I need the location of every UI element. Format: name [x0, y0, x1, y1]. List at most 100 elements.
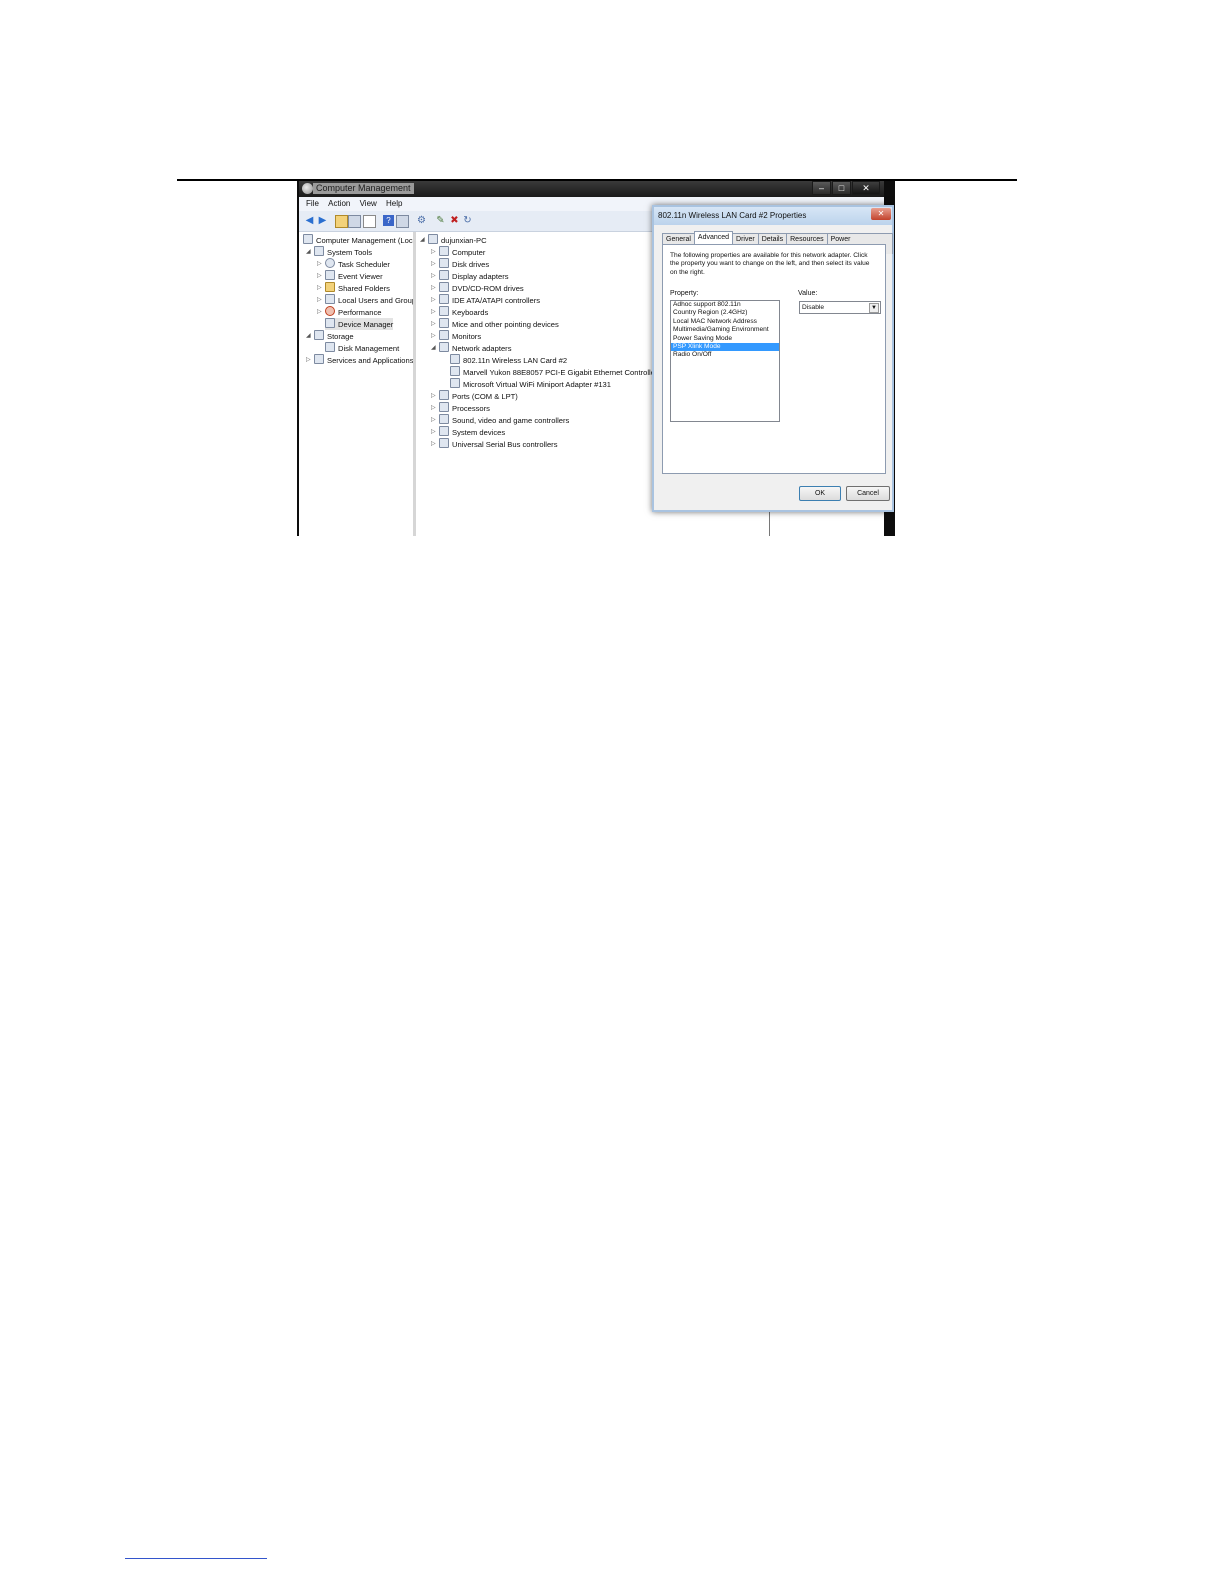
collapse-arrow-icon[interactable]: ▷ [431, 260, 436, 267]
view-icon[interactable] [396, 215, 409, 228]
network-adapter-icon [450, 366, 460, 376]
minimize-button[interactable]: – [812, 181, 831, 195]
help-icon[interactable]: ? [383, 215, 394, 226]
collapse-arrow-icon[interactable]: ▷ [306, 356, 311, 363]
collapse-arrow-icon[interactable]: ▷ [431, 308, 436, 315]
processor-icon [439, 402, 449, 412]
list-item[interactable]: Radio On/Off [671, 351, 779, 359]
expand-arrow-icon[interactable]: ◢ [306, 248, 311, 255]
collapse-arrow-icon[interactable]: ▷ [431, 392, 436, 399]
menu-help[interactable]: Help [386, 197, 402, 211]
collapse-arrow-icon[interactable]: ▷ [431, 416, 436, 423]
cancel-button[interactable]: Cancel [846, 486, 890, 501]
device-item-keyboards[interactable]: Keyboards [439, 306, 488, 318]
device-item-display-adapters[interactable]: Display adapters [439, 270, 509, 282]
device-item-system-devices[interactable]: System devices [439, 426, 505, 438]
device-item-usb-controllers[interactable]: Universal Serial Bus controllers [439, 438, 558, 450]
device-item-processors[interactable]: Processors [439, 402, 490, 414]
tree-item-shared-folders[interactable]: Shared Folders [325, 282, 390, 294]
device-item-ide-controllers[interactable]: IDE ATA/ATAPI controllers [439, 294, 540, 306]
tree-item-task-scheduler[interactable]: Task Scheduler [325, 258, 390, 270]
collapse-arrow-icon[interactable]: ▷ [431, 428, 436, 435]
network-adapter-icon [450, 378, 460, 388]
menu-file[interactable]: File [306, 197, 319, 211]
folder-icon [325, 282, 335, 292]
collapse-arrow-icon[interactable]: ▷ [431, 320, 436, 327]
window-title: Computer Management [313, 183, 414, 194]
update-driver-icon[interactable]: ✎ [435, 215, 446, 226]
device-item-wireless-lan-card[interactable]: 802.11n Wireless LAN Card #2 [450, 354, 567, 366]
collapse-arrow-icon[interactable]: ▷ [431, 284, 436, 291]
tools-icon [314, 246, 324, 256]
collapse-arrow-icon[interactable]: ▷ [317, 284, 322, 291]
value-dropdown[interactable]: Disable ▼ [799, 301, 881, 314]
device-item-ports[interactable]: Ports (COM & LPT) [439, 390, 518, 402]
tree-item-services-applications[interactable]: Services and Applications [314, 354, 413, 366]
folder-up-icon[interactable] [335, 215, 348, 228]
menu-view[interactable]: View [360, 197, 377, 211]
tree-item-performance[interactable]: Performance [325, 306, 381, 318]
dialog-close-icon[interactable]: ✕ [871, 208, 891, 220]
close-button[interactable]: ✕ [852, 181, 880, 195]
collapse-arrow-icon[interactable]: ▷ [431, 440, 436, 447]
screenshot: Computer Management – □ ✕ File Action Vi… [297, 181, 895, 536]
maximize-button[interactable]: □ [832, 181, 851, 195]
device-item-computer[interactable]: Computer [439, 246, 485, 258]
device-item-sound-controllers[interactable]: Sound, video and game controllers [439, 414, 569, 426]
device-item-dvd-drives[interactable]: DVD/CD-ROM drives [439, 282, 524, 294]
device-item-monitors[interactable]: Monitors [439, 330, 481, 342]
collapse-arrow-icon[interactable]: ▷ [431, 272, 436, 279]
show-hide-tree-icon[interactable] [348, 215, 361, 228]
expand-arrow-icon[interactable]: ◢ [431, 344, 436, 351]
list-item[interactable]: Country Region (2.4GHz) [671, 309, 779, 317]
ok-button[interactable]: OK [799, 486, 841, 501]
caption-buttons: – □ ✕ [812, 181, 880, 195]
tree-item-device-manager[interactable]: Device Manager [325, 318, 394, 330]
uninstall-icon[interactable]: ✖ [449, 215, 460, 226]
rollback-icon[interactable]: ↻ [462, 215, 473, 226]
collapse-arrow-icon[interactable]: ▷ [431, 296, 436, 303]
tree-item-computer-management[interactable]: Computer Management (Local [303, 234, 413, 246]
tree-item-event-viewer[interactable]: Event Viewer [325, 270, 383, 282]
network-adapter-icon [450, 354, 460, 364]
collapse-arrow-icon[interactable]: ▷ [317, 272, 322, 279]
list-item[interactable]: Power Saving Mode [671, 335, 779, 343]
speaker-icon [439, 414, 449, 424]
storage-icon [314, 330, 324, 340]
tree-item-system-tools[interactable]: System Tools [314, 246, 372, 258]
device-item-marvell-ethernet[interactable]: Marvell Yukon 88E8057 PCI-E Gigabit Ethe… [450, 366, 657, 378]
tree-item-local-users-groups[interactable]: Local Users and Groups [325, 294, 413, 306]
back-arrow-icon[interactable]: ◀ [304, 215, 315, 226]
expand-arrow-icon[interactable]: ◢ [420, 236, 425, 243]
list-item[interactable]: Adhoc support 802.11n [671, 301, 779, 309]
collapse-arrow-icon[interactable]: ▷ [317, 308, 322, 315]
list-item[interactable]: Multimedia/Gaming Environment [671, 326, 779, 334]
computer-management-icon [302, 183, 313, 194]
list-item-selected[interactable]: PSP Xlink Mode [671, 343, 779, 352]
device-item-network-adapters[interactable]: Network adapters [439, 342, 512, 354]
collapse-arrow-icon[interactable]: ▷ [431, 404, 436, 411]
forward-arrow-icon[interactable]: ▶ [317, 215, 328, 226]
device-item-disk-drives[interactable]: Disk drives [439, 258, 489, 270]
collapse-arrow-icon[interactable]: ▷ [431, 332, 436, 339]
left-navigation-tree: Computer Management (Local ◢ System Tool… [299, 232, 416, 536]
menu-action[interactable]: Action [328, 197, 350, 211]
list-item[interactable]: Local MAC Network Address [671, 318, 779, 326]
device-item-root[interactable]: dujunxian-PC [428, 234, 487, 246]
collapse-arrow-icon[interactable]: ▷ [317, 260, 322, 267]
mouse-icon [439, 318, 449, 328]
scan-hardware-icon[interactable]: ⚙ [416, 215, 427, 226]
tree-item-storage[interactable]: Storage [314, 330, 354, 342]
clock-icon [325, 258, 335, 268]
event-viewer-icon [325, 270, 335, 280]
property-list[interactable]: Adhoc support 802.11n Country Region (2.… [670, 300, 780, 422]
device-item-mice[interactable]: Mice and other pointing devices [439, 318, 559, 330]
expand-arrow-icon[interactable]: ◢ [306, 332, 311, 339]
disk-icon [325, 342, 335, 352]
collapse-arrow-icon[interactable]: ▷ [431, 248, 436, 255]
properties-icon[interactable] [363, 215, 376, 228]
chevron-down-icon[interactable]: ▼ [869, 303, 879, 313]
collapse-arrow-icon[interactable]: ▷ [317, 296, 322, 303]
device-item-virtual-wifi[interactable]: Microsoft Virtual WiFi Miniport Adapter … [450, 378, 611, 390]
tree-item-disk-management[interactable]: Disk Management [325, 342, 399, 354]
